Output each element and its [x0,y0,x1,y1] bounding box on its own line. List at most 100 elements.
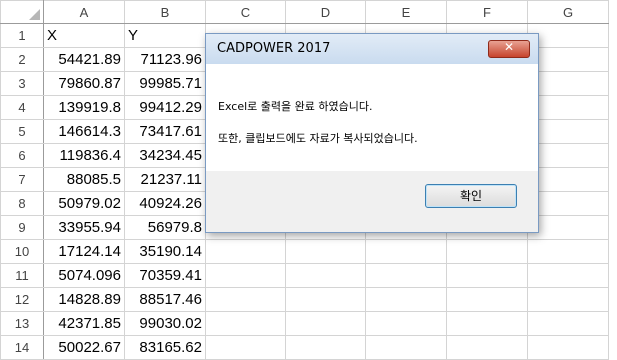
cell-g8[interactable] [527,191,609,216]
cell-c13[interactable] [205,311,286,336]
cell-d13[interactable] [285,311,366,336]
dialog-titlebar[interactable]: CADPOWER 2017 ✕ [206,34,538,64]
cell-b4[interactable]: 99412.29 [124,95,206,120]
sheet-row: 11 5074.096 70359.41 [0,263,609,288]
row-header[interactable]: 4 [0,95,44,120]
cell-a9[interactable]: 33955.94 [43,215,125,240]
cell-b11[interactable]: 70359.41 [124,263,206,288]
row-header[interactable]: 14 [0,335,44,360]
cell-a2[interactable]: 54421.89 [43,47,125,72]
column-header-b[interactable]: B [124,0,206,24]
sheet-row: 14 50022.67 83165.62 [0,335,609,360]
cell-a4[interactable]: 139919.8 [43,95,125,120]
cell-a7[interactable]: 88085.5 [43,167,125,192]
cell-b2[interactable]: 71123.96 [124,47,206,72]
cell-b13[interactable]: 99030.02 [124,311,206,336]
cell-e14[interactable] [365,335,447,360]
cell-a3[interactable]: 79860.87 [43,71,125,96]
cell-b7[interactable]: 21237.11 [124,167,206,192]
select-all-corner[interactable] [0,0,44,24]
column-header-c[interactable]: C [205,0,286,24]
cell-g13[interactable] [527,311,609,336]
cell-b1[interactable]: Y [124,23,206,48]
row-header[interactable]: 3 [0,71,44,96]
cell-b9[interactable]: 56979.8 [124,215,206,240]
cell-g10[interactable] [527,239,609,264]
row-header[interactable]: 8 [0,191,44,216]
column-header-f[interactable]: F [446,0,528,24]
dialog-content: Excel로 출력을 완료 하였습니다. 또한, 클립보드에도 자료가 복사되었… [206,64,538,171]
close-x-icon: ✕ [503,40,515,54]
row-header[interactable]: 2 [0,47,44,72]
cell-g14[interactable] [527,335,609,360]
row-header[interactable]: 9 [0,215,44,240]
column-header-d[interactable]: D [285,0,366,24]
dialog-message-line1: Excel로 출력을 완료 하였습니다. [218,100,373,113]
cell-e10[interactable] [365,239,447,264]
cell-c10[interactable] [205,239,286,264]
select-all-icon [29,9,40,20]
cell-e13[interactable] [365,311,447,336]
row-header[interactable]: 10 [0,239,44,264]
cell-b12[interactable]: 88517.46 [124,287,206,312]
row-header[interactable]: 1 [0,23,44,48]
cell-b5[interactable]: 73417.61 [124,119,206,144]
cell-f14[interactable] [446,335,528,360]
cell-b3[interactable]: 99985.71 [124,71,206,96]
cell-g9[interactable] [527,215,609,240]
cell-a1[interactable]: X [43,23,125,48]
dialog-title: CADPOWER 2017 [217,41,331,56]
cell-a6[interactable]: 119836.4 [43,143,125,168]
cell-b8[interactable]: 40924.26 [124,191,206,216]
cell-a12[interactable]: 14828.89 [43,287,125,312]
cell-c12[interactable] [205,287,286,312]
cell-a11[interactable]: 5074.096 [43,263,125,288]
column-header-a[interactable]: A [43,0,125,24]
cell-b6[interactable]: 34234.45 [124,143,206,168]
cell-d12[interactable] [285,287,366,312]
column-header-row: A B C D E F G [0,0,609,24]
cell-a8[interactable]: 50979.02 [43,191,125,216]
cell-g5[interactable] [527,119,609,144]
sheet-row: 13 42371.85 99030.02 [0,311,609,336]
row-header[interactable]: 6 [0,143,44,168]
cell-g12[interactable] [527,287,609,312]
cell-c11[interactable] [205,263,286,288]
row-header[interactable]: 11 [0,263,44,288]
cell-a10[interactable]: 17124.14 [43,239,125,264]
cell-b10[interactable]: 35190.14 [124,239,206,264]
cell-d14[interactable] [285,335,366,360]
sheet-row: 12 14828.89 88517.46 [0,287,609,312]
cell-c14[interactable] [205,335,286,360]
cell-f11[interactable] [446,263,528,288]
row-header[interactable]: 5 [0,119,44,144]
cell-g2[interactable] [527,47,609,72]
cell-e12[interactable] [365,287,447,312]
cell-g11[interactable] [527,263,609,288]
cell-f10[interactable] [446,239,528,264]
close-button[interactable]: ✕ [488,40,530,58]
message-dialog: CADPOWER 2017 ✕ Excel로 출력을 완료 하였습니다. 또한,… [205,33,539,233]
dialog-message-line2: 또한, 클립보드에도 자료가 복사되었습니다. [218,132,418,145]
row-header[interactable]: 13 [0,311,44,336]
cell-a14[interactable]: 50022.67 [43,335,125,360]
cell-g3[interactable] [527,71,609,96]
column-header-e[interactable]: E [365,0,447,24]
cell-f13[interactable] [446,311,528,336]
cell-g4[interactable] [527,95,609,120]
column-header-g[interactable]: G [527,0,609,24]
cell-a13[interactable]: 42371.85 [43,311,125,336]
cell-g7[interactable] [527,167,609,192]
cell-a5[interactable]: 146614.3 [43,119,125,144]
cell-g1[interactable] [527,23,609,48]
row-header[interactable]: 7 [0,167,44,192]
cell-g6[interactable] [527,143,609,168]
cell-b14[interactable]: 83165.62 [124,335,206,360]
row-header[interactable]: 12 [0,287,44,312]
cell-d11[interactable] [285,263,366,288]
sheet-row: 10 17124.14 35190.14 [0,239,609,264]
ok-button[interactable]: 확인 [425,184,517,208]
cell-d10[interactable] [285,239,366,264]
cell-f12[interactable] [446,287,528,312]
cell-e11[interactable] [365,263,447,288]
